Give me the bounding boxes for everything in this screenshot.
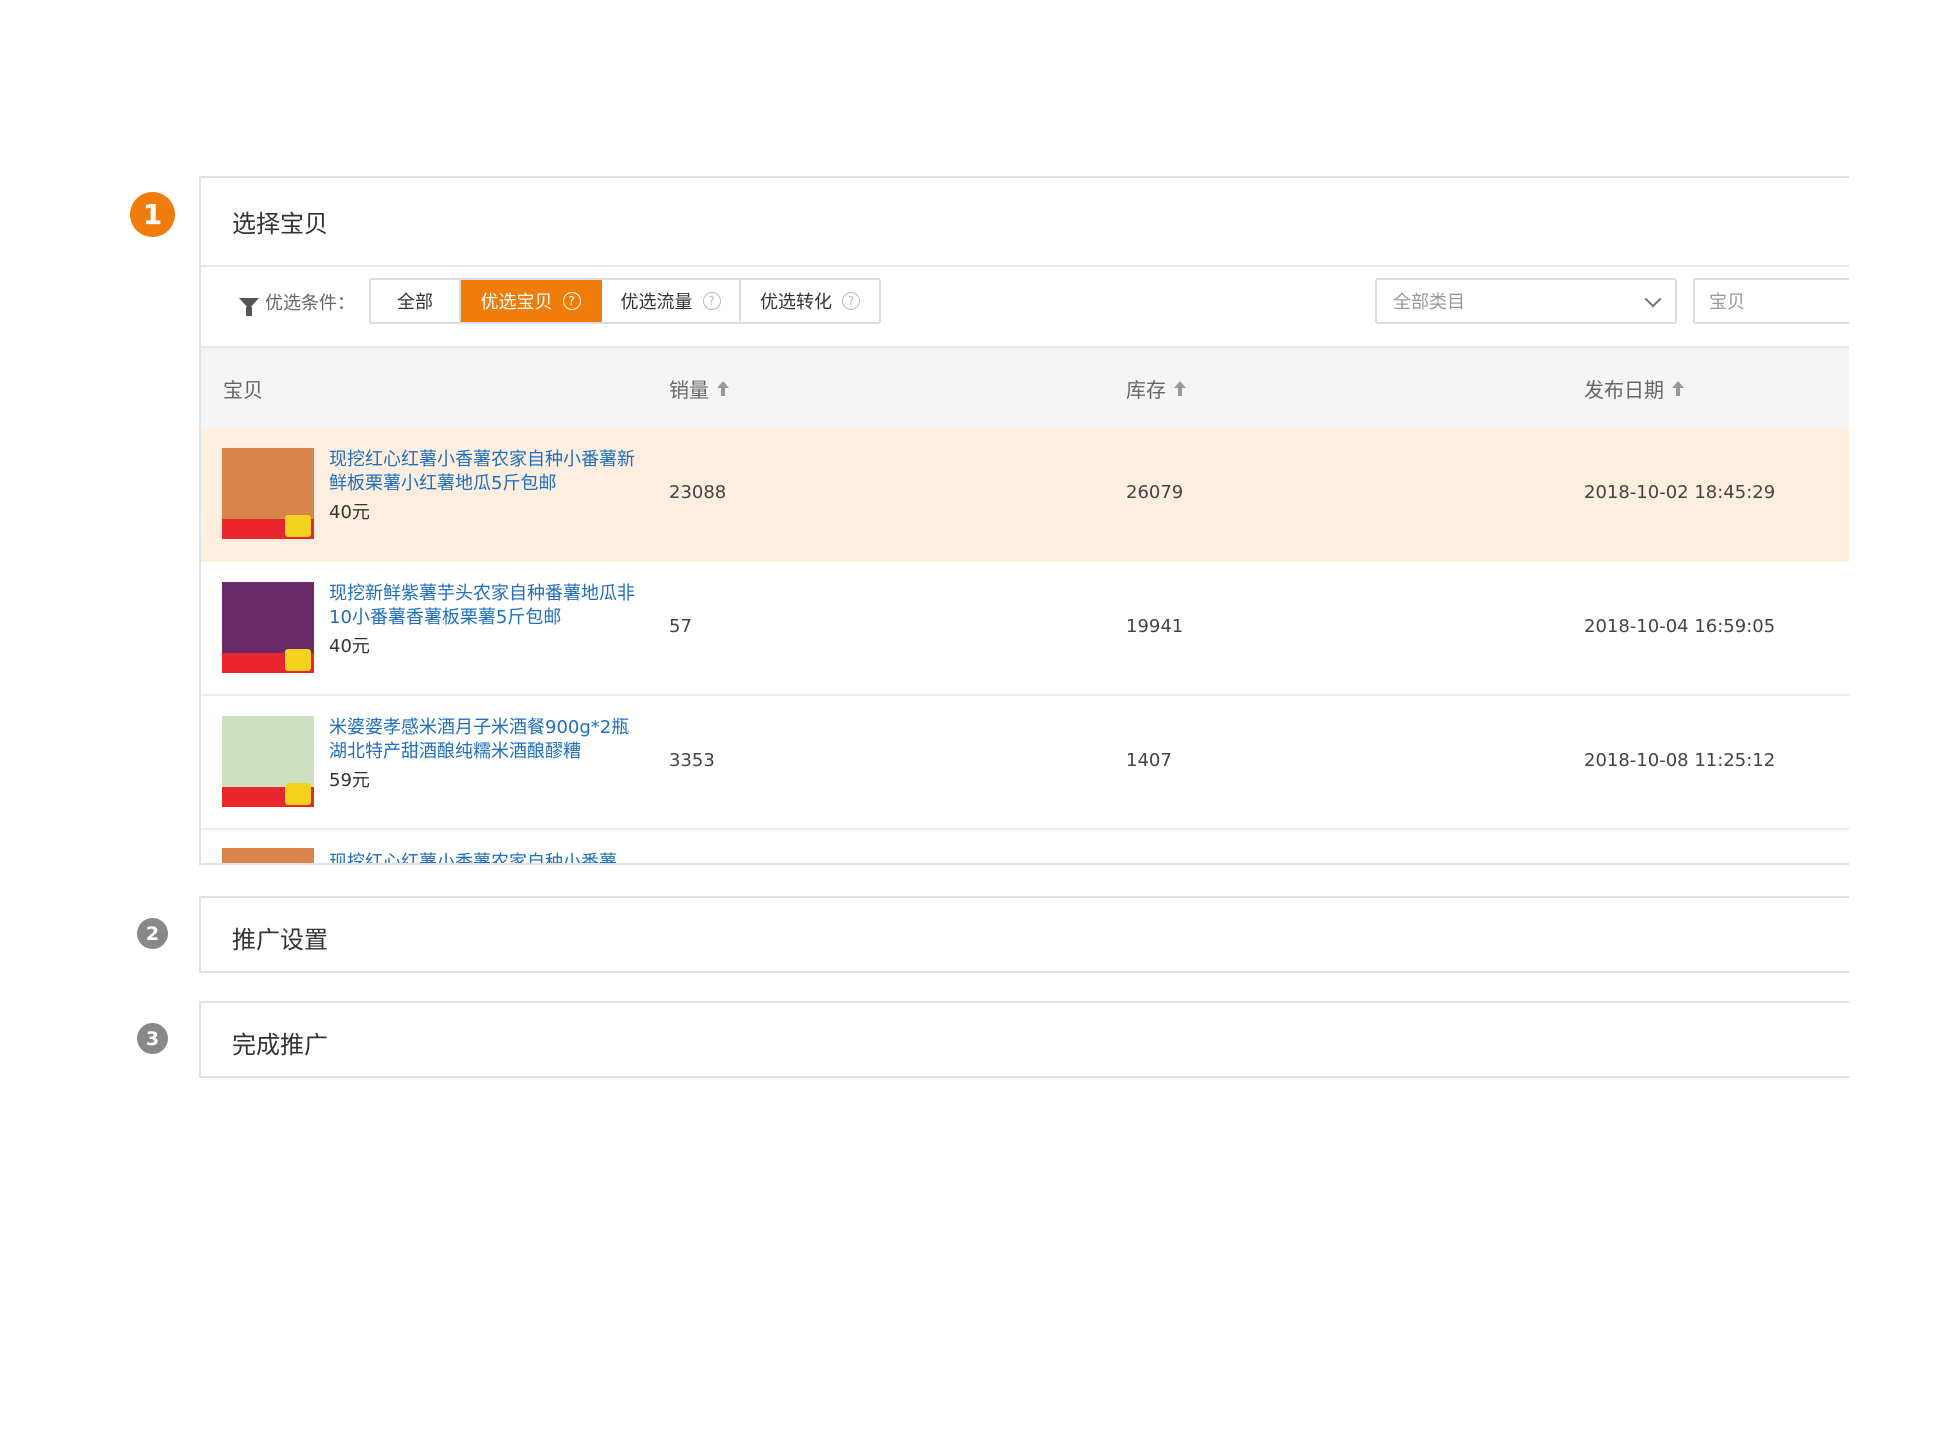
chevron-down-icon	[1644, 290, 1662, 307]
table-row[interactable]: 米婆婆孝感米酒月子米酒餐900g*2瓶湖北特产甜酒酿纯糯米酒酿醪糟 59元 33…	[201, 696, 1849, 830]
stock-cell: 26079	[1126, 482, 1184, 503]
product-title-link[interactable]: 现挖新鲜紫薯芋头农家自种番薯地瓜非10小番薯香薯板栗薯5斤包邮	[329, 582, 639, 630]
stock-cell: 19941	[1126, 616, 1184, 637]
category-select[interactable]: 全部类目	[1375, 278, 1677, 324]
filter-option-label: 全部	[397, 292, 433, 313]
filter-label: 优选条件：	[239, 289, 355, 316]
filter-option-traffic[interactable]: 优选流量 ?	[602, 280, 741, 322]
column-header-sales[interactable]: 销量	[669, 374, 729, 403]
publish-date-cell: 2018-10-08 11:25:12	[1584, 750, 1776, 771]
sales-cell: 23088	[669, 482, 727, 503]
sort-up-icon[interactable]	[1174, 380, 1186, 397]
stock-cell: 1407	[1126, 750, 1172, 771]
filter-option-conversion[interactable]: 优选转化 ?	[741, 280, 879, 322]
filter-option-label: 优选转化	[760, 292, 832, 313]
product-price: 40元	[329, 636, 370, 657]
filter-option-label: 优选宝贝	[480, 292, 553, 313]
product-title-link[interactable]: 米婆婆孝感米酒月子米酒餐900g*2瓶湖北特产甜酒酿纯糯米酒酿醪糟	[329, 716, 639, 764]
column-header-stock[interactable]: 库存	[1126, 374, 1186, 403]
step-1-indicator: 1	[130, 192, 175, 237]
sales-cell: 3353	[669, 750, 715, 771]
product-thumbnail[interactable]	[222, 716, 314, 807]
table-header: 宝贝 销量 库存 发布日期	[201, 348, 1849, 428]
column-header-label: 销量	[669, 378, 709, 402]
select-item-panel: 选择宝贝 优选条件： 全部 优选宝贝 ? 优选流量 ? 优选转化 ? 全部类目 …	[199, 176, 1849, 865]
help-icon[interactable]: ?	[842, 292, 860, 310]
product-price: 40元	[329, 502, 370, 523]
filter-bar: 优选条件： 全部 优选宝贝 ? 优选流量 ? 优选转化 ? 全部类目 宝贝	[201, 267, 1849, 348]
column-header-label: 宝贝	[223, 378, 263, 402]
table-row-partial[interactable]: 现挖红心红薯小香薯农家自种小番薯	[201, 830, 1849, 863]
promotion-settings-panel[interactable]: 推广设置	[199, 896, 1849, 973]
sales-cell: 57	[669, 616, 692, 637]
filter-label-text: 优选条件：	[265, 293, 355, 314]
panel-title: 选择宝贝	[232, 210, 328, 238]
item-search-input[interactable]: 宝贝	[1693, 278, 1849, 324]
table-body: 现挖红心红薯小香薯农家自种小番薯新鲜板栗薯小红薯地瓜5斤包邮 40元 23088…	[201, 428, 1849, 863]
help-icon[interactable]: ?	[702, 292, 721, 310]
filter-option-all[interactable]: 全部	[371, 280, 461, 322]
sort-up-icon[interactable]	[1672, 380, 1684, 397]
step-2-indicator: 2	[137, 918, 168, 949]
table-row[interactable]: 现挖新鲜紫薯芋头农家自种番薯地瓜非10小番薯香薯板栗薯5斤包邮 40元 57 1…	[201, 562, 1849, 696]
category-select-value: 全部类目	[1393, 292, 1465, 313]
panel-header: 选择宝贝	[201, 178, 1849, 267]
column-header-item: 宝贝	[223, 374, 263, 403]
product-thumbnail[interactable]	[222, 582, 314, 673]
column-header-publish-date[interactable]: 发布日期	[1584, 374, 1684, 403]
filter-funnel-icon	[239, 297, 259, 316]
search-placeholder: 宝贝	[1709, 292, 1745, 313]
filter-option-selected-items[interactable]: 优选宝贝 ?	[461, 280, 602, 322]
product-thumbnail[interactable]	[222, 448, 314, 539]
product-price: 59元	[329, 770, 370, 791]
step-3-indicator: 3	[137, 1023, 168, 1054]
product-title-link[interactable]: 现挖红心红薯小香薯农家自种小番薯	[329, 848, 617, 863]
publish-date-cell: 2018-10-04 16:59:05	[1584, 616, 1776, 637]
column-header-label: 库存	[1126, 378, 1166, 402]
finish-promotion-panel[interactable]: 完成推广	[199, 1001, 1849, 1078]
product-title-link[interactable]: 现挖红心红薯小香薯农家自种小番薯新鲜板栗薯小红薯地瓜5斤包邮	[329, 448, 639, 496]
product-thumbnail[interactable]	[222, 848, 314, 863]
column-header-label: 发布日期	[1584, 378, 1664, 402]
table-row[interactable]: 现挖红心红薯小香薯农家自种小番薯新鲜板栗薯小红薯地瓜5斤包邮 40元 23088…	[201, 428, 1849, 562]
help-icon[interactable]: ?	[562, 292, 581, 310]
sort-up-icon[interactable]	[717, 380, 729, 397]
panel-title: 推广设置	[232, 926, 328, 954]
filter-option-label: 优选流量	[620, 292, 693, 313]
panel-title: 完成推广	[232, 1031, 328, 1059]
filter-options: 全部 优选宝贝 ? 优选流量 ? 优选转化 ?	[369, 278, 881, 324]
publish-date-cell: 2018-10-02 18:45:29	[1584, 482, 1776, 503]
